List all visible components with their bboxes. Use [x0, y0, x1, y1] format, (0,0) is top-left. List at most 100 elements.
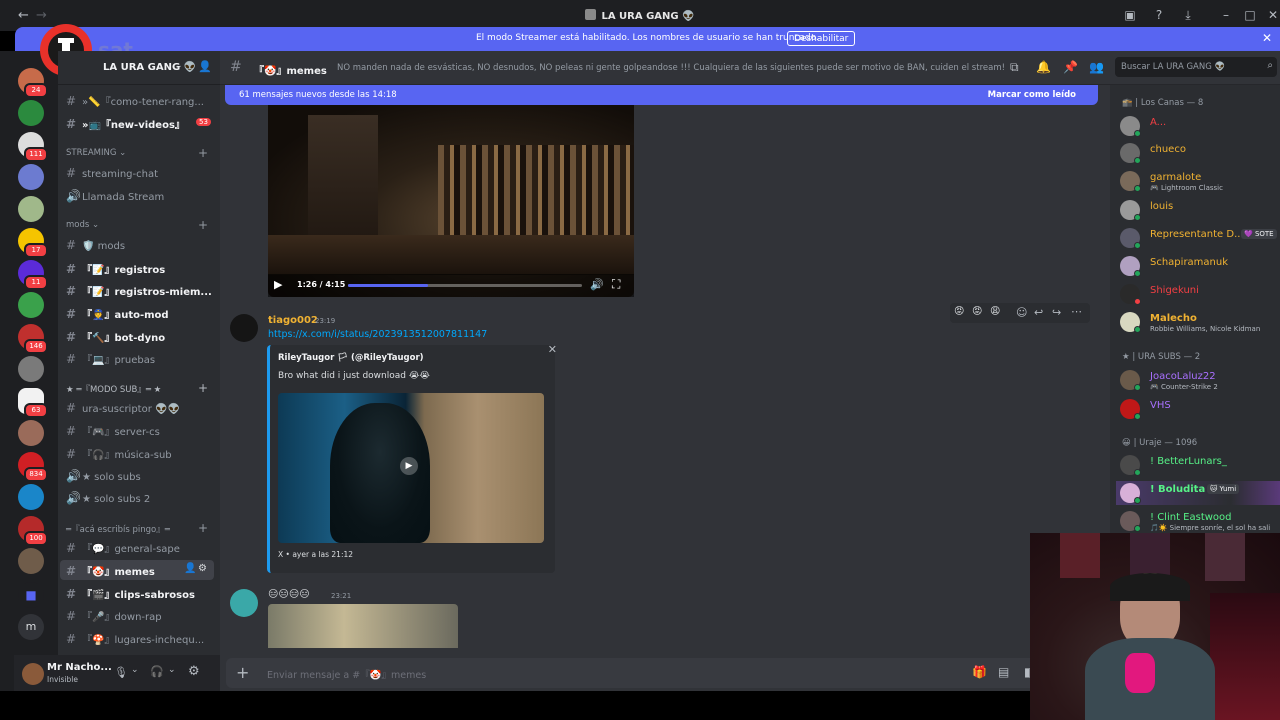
- member-item[interactable]: Representante D... 💜 SOTE: [1120, 228, 1280, 250]
- video-player[interactable]: [268, 105, 634, 297]
- avatar[interactable]: [230, 589, 258, 617]
- channel-topic[interactable]: NO manden nada de esvásticas, NO desnudo…: [337, 63, 1005, 73]
- more-options-icon[interactable]: ⋯: [1071, 305, 1082, 318]
- channel-pruebas[interactable]: # 『💻』pruebas: [66, 351, 214, 369]
- channel-clips-sabrosos[interactable]: ▶#『🎬』clips-sabrosos: [66, 586, 214, 604]
- server-avatar[interactable]: [18, 484, 44, 510]
- add-channel-icon[interactable]: +: [198, 381, 208, 395]
- category-streaming[interactable]: STREAMING ⌄ +: [66, 146, 208, 160]
- channel-new-videos[interactable]: ▶#»📺『new-videos』: [66, 116, 214, 134]
- chevron-down-icon[interactable]: ⌄: [175, 61, 183, 71]
- threads-icon[interactable]: ⧉: [1010, 60, 1019, 75]
- download-icon[interactable]: ⤓: [1181, 8, 1195, 22]
- member-item[interactable]: VHS: [1120, 399, 1280, 421]
- microphone-icon[interactable]: 🎙: [114, 666, 128, 679]
- volume-icon[interactable]: 🔊: [590, 278, 604, 291]
- embed-author[interactable]: RileyTaugor 🏳 (@RileyTaugor): [278, 353, 424, 363]
- message-author[interactable]: tiago002: [268, 315, 318, 326]
- channel-mods[interactable]: # 🛡️ mods: [66, 238, 214, 256]
- server-avatar[interactable]: [18, 100, 44, 126]
- category-mods[interactable]: mods ⌄ +: [66, 218, 208, 232]
- reaction-emoji[interactable]: 😩: [990, 306, 1000, 317]
- forward-icon[interactable]: ↪: [1052, 306, 1061, 319]
- members-icon[interactable]: 👥: [1089, 60, 1104, 74]
- server-avatar[interactable]: [18, 164, 44, 190]
- search-input[interactable]: Buscar LA URA GANG 👽 ⌕: [1115, 57, 1277, 77]
- mark-as-read-button[interactable]: Marcar como leído: [988, 90, 1076, 100]
- channel-bot-dyno[interactable]: ▶#『🔨』bot-dyno: [66, 329, 214, 347]
- channel-ura-suscriptor[interactable]: # ura-suscriptor 👽👽: [66, 401, 214, 419]
- server-avatar[interactable]: 111: [18, 132, 48, 162]
- server-letter-m[interactable]: m: [18, 614, 44, 640]
- close-embed-icon[interactable]: ✕: [548, 343, 557, 356]
- user-name[interactable]: Mr Nacho...: [47, 662, 112, 673]
- server-avatar[interactable]: [18, 292, 44, 318]
- member-item[interactable]: ! Boludita 🐱 Yumi: [1120, 483, 1280, 505]
- inbox-icon[interactable]: ▣: [1123, 8, 1137, 22]
- close-banner-icon[interactable]: ✕: [1262, 31, 1272, 45]
- server-avatar[interactable]: [18, 548, 44, 574]
- member-item[interactable]: A...: [1120, 116, 1280, 138]
- gear-icon[interactable]: ⚙: [188, 664, 200, 679]
- chevron-down-icon[interactable]: ⌄: [131, 665, 139, 675]
- server-header[interactable]: LA URA GANG 👽 ⌄ 👤: [58, 51, 220, 85]
- gif-icon[interactable]: ▤: [998, 665, 1009, 679]
- video-progress-track[interactable]: [348, 284, 582, 287]
- server-avatar[interactable]: 100: [18, 516, 48, 546]
- server-avatar[interactable]: 11: [18, 260, 48, 290]
- new-messages-bar[interactable]: 61 mensajes nuevos desde las 14:18 Marca…: [225, 85, 1098, 105]
- channel-registros-miembros[interactable]: ▶#『📝』registros-miem...: [66, 283, 214, 301]
- add-channel-icon[interactable]: +: [198, 218, 208, 232]
- reaction-emoji[interactable]: 😡: [954, 306, 964, 317]
- avatar[interactable]: [230, 314, 258, 342]
- server-avatar[interactable]: 17: [18, 228, 48, 258]
- member-item[interactable]: garmalote 🎮 Lightroom Classic: [1120, 171, 1280, 193]
- reply-icon[interactable]: ↩: [1034, 306, 1043, 319]
- channel-auto-mod[interactable]: ▶#『👮』auto-mod: [66, 306, 214, 324]
- pin-icon[interactable]: 📌: [1063, 60, 1078, 74]
- play-icon[interactable]: ▶: [400, 457, 418, 475]
- channel-como-tener-rango[interactable]: # »📏『como-tener-rang...: [66, 93, 214, 111]
- add-reaction-icon[interactable]: ☺: [1016, 306, 1027, 319]
- message-image[interactable]: [268, 604, 458, 648]
- channel-down-rap[interactable]: # 『🎤』down-rap: [66, 608, 214, 626]
- member-item[interactable]: louis: [1120, 200, 1280, 222]
- bell-icon[interactable]: 🔔: [1036, 60, 1051, 74]
- add-member-icon[interactable]: 👤: [184, 563, 196, 574]
- channel-solo-subs-2[interactable]: 🔊★ solo subs 2: [66, 491, 214, 509]
- member-item[interactable]: Schapiramanuk: [1120, 256, 1280, 278]
- category-modo-sub[interactable]: ★ ═『MODO SUB』═ ★ +: [66, 381, 208, 395]
- channel-solo-subs[interactable]: 🔊★ solo subs: [66, 469, 214, 487]
- add-member-icon[interactable]: 👤: [198, 60, 212, 73]
- channel-llamada-stream[interactable]: 🔊Llamada Stream: [66, 189, 214, 207]
- embed-image[interactable]: ▶: [278, 393, 544, 543]
- message-composer[interactable]: + Enviar mensaje a #『🤡』memes 🎁 ▤ ◧: [226, 658, 1046, 688]
- channel-registros[interactable]: ▶#『📝』registros: [66, 261, 214, 279]
- channel-streaming-chat[interactable]: # streaming-chat: [66, 166, 214, 184]
- member-item[interactable]: JoacoLaluz22 🎮 Counter-Strike 2: [1120, 370, 1280, 392]
- server-avatar[interactable]: 146: [18, 324, 48, 354]
- message-link[interactable]: https://x.com/i/status/20239135120078111…: [268, 329, 487, 340]
- maximize-icon[interactable]: □: [1243, 8, 1257, 22]
- chevron-down-icon[interactable]: ⌄: [168, 665, 176, 675]
- fullscreen-icon[interactable]: ⛶: [612, 277, 620, 292]
- add-channel-icon[interactable]: +: [198, 521, 208, 535]
- server-avatar[interactable]: 834: [18, 452, 48, 482]
- avatar[interactable]: [22, 663, 44, 685]
- channel-lugares[interactable]: # 『🍄』lugares-inchequ...: [66, 631, 214, 649]
- member-item[interactable]: Malecho Robbie Williams, Nicole Kidman: [1120, 312, 1280, 334]
- member-item[interactable]: ! Clint Eastwood 🎵☀️ Siempre sonríe, el s…: [1120, 511, 1280, 533]
- member-item[interactable]: Shigekuni: [1120, 284, 1280, 306]
- gift-icon[interactable]: 🎁: [972, 665, 987, 679]
- search-icon[interactable]: ⌕: [1267, 60, 1273, 71]
- minimize-icon[interactable]: –: [1219, 8, 1233, 22]
- help-icon[interactable]: ?: [1152, 8, 1166, 22]
- disable-streamer-button[interactable]: Deshabilitar: [787, 31, 856, 46]
- channel-musica-sub[interactable]: # 『🎧』música-sub: [66, 446, 214, 464]
- server-avatar-active[interactable]: 63: [18, 388, 48, 418]
- member-item[interactable]: chueco: [1120, 143, 1280, 165]
- reaction-emoji[interactable]: 😡: [972, 306, 982, 317]
- channel-general-sape[interactable]: # 『💬』general-sape: [66, 540, 214, 558]
- add-channel-icon[interactable]: +: [198, 146, 208, 160]
- server-avatar[interactable]: [18, 356, 44, 382]
